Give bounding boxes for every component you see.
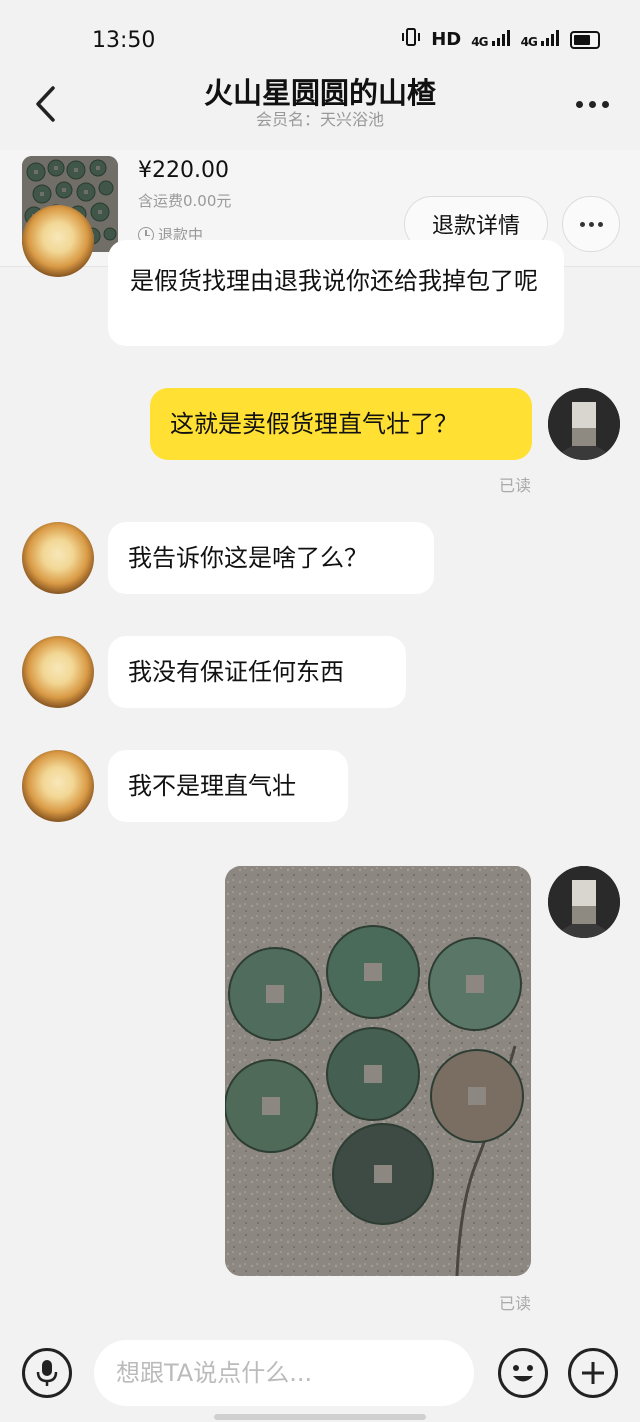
avatar-self[interactable] xyxy=(548,388,620,460)
avatar-self[interactable] xyxy=(548,866,620,938)
more-options-button[interactable] xyxy=(572,92,612,116)
plus-button[interactable] xyxy=(568,1348,618,1398)
emoji-button[interactable] xyxy=(498,1348,548,1398)
vibrate-icon xyxy=(401,28,421,51)
signal-1-icon: 4G xyxy=(471,30,510,49)
status-icons: HD 4G 4G xyxy=(401,28,600,51)
more-icon xyxy=(597,221,603,227)
message-text: 是假货找理由退我说你还给我掉包了呢 xyxy=(130,267,538,295)
more-icon xyxy=(601,100,609,108)
voice-button[interactable] xyxy=(22,1348,72,1398)
avatar-other[interactable] xyxy=(22,636,94,708)
message-text: 我不是理直气壮 xyxy=(128,772,296,800)
more-icon xyxy=(575,100,583,108)
avatar-other[interactable] xyxy=(22,750,94,822)
avatar-other[interactable] xyxy=(22,205,94,277)
message-bubble-other[interactable]: 我没有保证任何东西 xyxy=(108,636,406,708)
doorway-avatar-image xyxy=(548,388,620,460)
message-input[interactable] xyxy=(94,1340,474,1406)
message-bubble-other[interactable]: 是假货找理由退我说你还给我掉包了呢 xyxy=(108,240,564,346)
image-message[interactable] xyxy=(225,866,531,1276)
message-bubble-other[interactable]: 我告诉你这是啥了么？ xyxy=(108,522,434,594)
card-more-button[interactable] xyxy=(562,196,620,252)
read-receipt: 已读 xyxy=(499,476,532,495)
coins-photo-image xyxy=(225,866,531,1276)
network-label: HD xyxy=(431,29,462,50)
read-receipt: 已读 xyxy=(499,1294,532,1313)
signal-1-label: 4G xyxy=(471,35,488,49)
more-icon xyxy=(579,221,585,227)
avatar-other[interactable] xyxy=(22,522,94,594)
doorway-avatar-image xyxy=(548,866,620,938)
shipping-fee: 含运费0.00元 xyxy=(138,192,232,210)
message-bubble-self[interactable]: 这就是卖假货理直气壮了？ xyxy=(150,388,532,460)
more-icon xyxy=(588,100,596,108)
signal-2-label: 4G xyxy=(520,35,538,49)
plus-icon xyxy=(582,1362,604,1384)
message-bubble-other[interactable]: 我不是理直气壮 xyxy=(108,750,348,822)
product-price: ¥220.00 xyxy=(138,158,229,183)
emoji-icon xyxy=(513,1365,533,1382)
signal-2-icon: 4G xyxy=(521,30,560,49)
home-indicator xyxy=(214,1414,426,1420)
battery-icon xyxy=(570,30,600,49)
message-text: 这就是卖假货理直气壮了？ xyxy=(170,410,458,438)
input-bar xyxy=(0,1330,640,1422)
message-text: 我没有保证任何东西 xyxy=(128,658,344,686)
chat-header: 火山星圆圆的山楂 会员名：天兴浴池 xyxy=(0,62,640,142)
member-name: 会员名：天兴浴池 xyxy=(255,110,384,129)
microphone-icon xyxy=(36,1360,58,1386)
status-time: 13:50 xyxy=(92,28,156,53)
more-icon xyxy=(588,221,594,227)
message-text: 我告诉你这是啥了么？ xyxy=(128,544,368,572)
